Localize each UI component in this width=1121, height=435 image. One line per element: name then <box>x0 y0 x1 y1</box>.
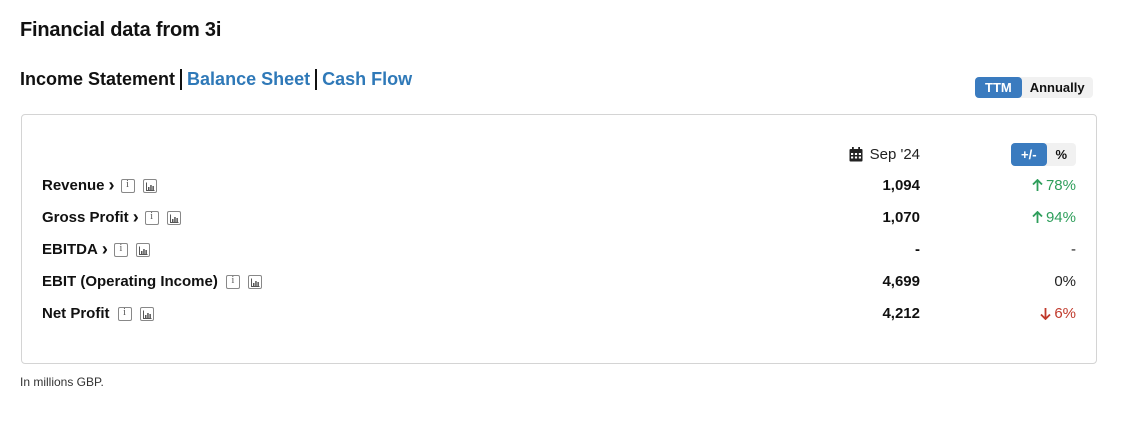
row-label[interactable]: Gross Profit <box>42 209 129 226</box>
row-label: Net Profit <box>42 305 110 322</box>
row-label: EBIT (Operating Income) <box>42 273 218 290</box>
info-icon[interactable] <box>113 242 128 257</box>
chart-icon[interactable] <box>142 178 157 193</box>
row-change-value: 6% <box>1054 305 1076 322</box>
units-footnote: In millions GBP. <box>20 375 104 389</box>
financial-table-card: Sep '24 +/- % Revenue›1,09478%Gross Prof… <box>21 114 1097 364</box>
row-label[interactable]: Revenue <box>42 177 105 194</box>
info-icon[interactable] <box>117 306 132 321</box>
info-icon[interactable] <box>120 178 135 193</box>
row-label-group[interactable]: EBITDA › <box>42 240 158 258</box>
tab-divider <box>180 69 183 90</box>
chart-icon[interactable] <box>139 306 154 321</box>
calendar-icon <box>849 147 863 162</box>
info-icon[interactable] <box>225 274 240 289</box>
period-toggle: TTM Annually <box>975 77 1093 98</box>
tab-balance-sheet[interactable]: Balance Sheet <box>187 69 310 90</box>
chevron-right-icon[interactable]: › <box>109 176 115 194</box>
arrow-down-icon <box>1040 308 1051 320</box>
table-row: Revenue› 1,094 78% <box>22 173 1096 199</box>
table-row: EBITDA› - - <box>22 237 1096 263</box>
tab-income-statement[interactable]: Income Statement <box>20 69 175 90</box>
row-label[interactable]: EBITDA <box>42 241 98 258</box>
statement-tabs: Income Statement Balance Sheet Cash Flow <box>20 69 412 90</box>
annually-button[interactable]: Annually <box>1022 77 1093 98</box>
arrow-up-icon <box>1032 179 1043 191</box>
row-value: - <box>915 241 920 258</box>
chart-icon[interactable] <box>166 210 181 225</box>
row-value: 1,070 <box>882 209 920 226</box>
tab-cash-flow[interactable]: Cash Flow <box>322 69 412 90</box>
row-label-group: Net Profit <box>42 305 162 322</box>
ttm-button[interactable]: TTM <box>975 77 1022 98</box>
column-date-label: Sep '24 <box>869 146 920 163</box>
row-label-group[interactable]: Revenue › <box>42 176 165 194</box>
row-change: 6% <box>1040 305 1076 322</box>
table-row: Net Profit 4,212 6% <box>22 301 1096 327</box>
row-change: 0% <box>1054 273 1076 290</box>
row-change: - <box>1071 241 1076 258</box>
row-change-value: 78% <box>1045 177 1076 194</box>
info-icon[interactable] <box>144 210 159 225</box>
percent-change-button[interactable]: % <box>1047 143 1077 166</box>
chart-icon[interactable] <box>135 242 150 257</box>
column-header-date: Sep '24 <box>849 146 920 163</box>
row-value: 4,212 <box>882 305 920 322</box>
tab-divider <box>315 69 318 90</box>
chevron-right-icon[interactable]: › <box>133 208 139 226</box>
page-title: Financial data from 3i <box>20 19 222 41</box>
row-value: 4,699 <box>882 273 920 290</box>
row-value: 1,094 <box>882 177 920 194</box>
row-change: 78% <box>1032 177 1076 194</box>
chevron-right-icon[interactable]: › <box>102 240 108 258</box>
table-row: Gross Profit› 1,070 94% <box>22 205 1096 231</box>
chart-icon[interactable] <box>247 274 262 289</box>
row-label-group: EBIT (Operating Income) <box>42 273 270 290</box>
absolute-change-button[interactable]: +/- <box>1011 143 1047 166</box>
change-mode-toggle: +/- % <box>1011 143 1077 166</box>
row-change-value: 0% <box>1054 273 1076 290</box>
table-row: EBIT (Operating Income) 4,699 0% <box>22 269 1096 295</box>
row-label-group[interactable]: Gross Profit › <box>42 208 189 226</box>
row-change-value: 94% <box>1045 209 1076 226</box>
arrow-up-icon <box>1032 211 1043 223</box>
row-change-value: - <box>1071 241 1076 258</box>
row-change: 94% <box>1032 209 1076 226</box>
